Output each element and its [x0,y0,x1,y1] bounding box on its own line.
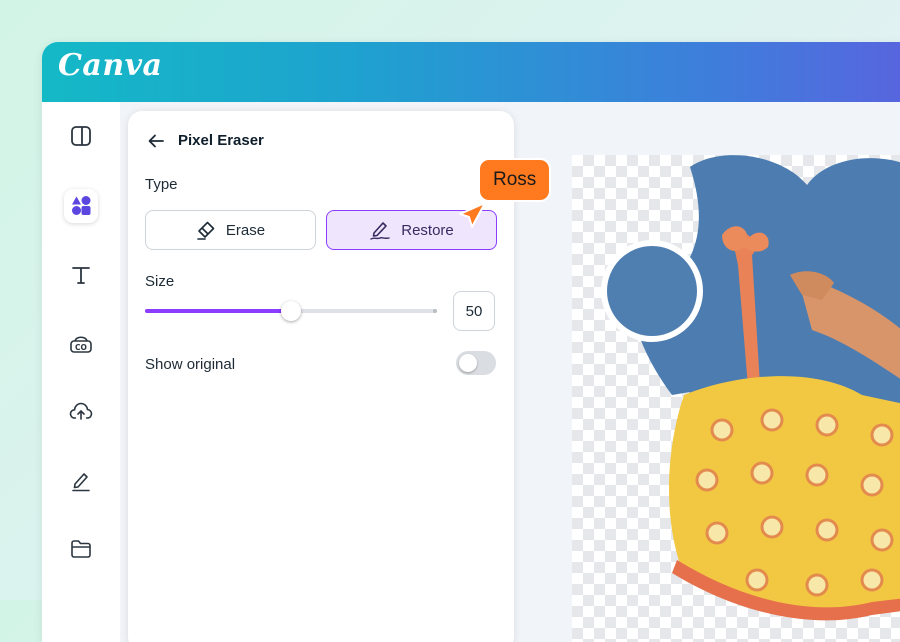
size-slider-thumb[interactable] [281,301,301,321]
restore-brush-icon [370,222,390,240]
text-icon [72,267,90,284]
canva-window: Canva CO Pixel Eraser Type Erase Restore… [42,42,900,642]
eraser-icon [197,221,215,240]
folder-icon [71,540,91,558]
svg-text:CO: CO [75,343,87,352]
sidebar-item-draw[interactable] [64,464,98,498]
design-canvas[interactable] [572,155,900,642]
erase-button[interactable]: Erase [145,210,316,250]
layout-icon [71,126,91,146]
back-arrow-icon [148,134,164,148]
size-slider-fill [145,309,291,313]
sidebar-item-design[interactable] [64,119,98,153]
canva-logo[interactable]: Canva [58,48,163,83]
show-original-label: Show original [145,356,236,373]
restore-label: Restore [401,221,454,239]
draw-icon [72,473,90,492]
sidebar-item-elements[interactable] [64,189,98,223]
panel-title: Pixel Eraser [178,132,264,149]
sidebar-item-brand[interactable]: CO [64,327,98,361]
size-slider[interactable] [145,301,437,321]
brand-icon: CO [70,336,92,353]
top-bar: Canva [42,42,900,102]
pixel-eraser-panel: Pixel Eraser Type Erase Restore Size 50 … [128,111,514,642]
upload-icon [69,402,93,420]
sidebar-item-uploads[interactable] [64,394,98,428]
sidebar-item-projects[interactable] [64,532,98,566]
elements-icon [72,196,91,215]
collaborator-name-tag: Ross [480,160,550,200]
size-input[interactable]: 50 [453,291,495,331]
erase-label: Erase [225,221,266,239]
show-original-toggle[interactable] [456,351,496,375]
sidebar: CO [42,102,120,642]
brush-cursor-circle [601,240,703,342]
back-button[interactable] [146,131,166,151]
size-slider-end [433,309,437,313]
type-label: Type [145,176,178,193]
collaborator-cursor-icon [459,202,486,228]
sidebar-item-text[interactable] [64,258,98,292]
canvas-image[interactable] [572,155,900,642]
toggle-knob [459,354,477,372]
size-label: Size [145,273,175,290]
